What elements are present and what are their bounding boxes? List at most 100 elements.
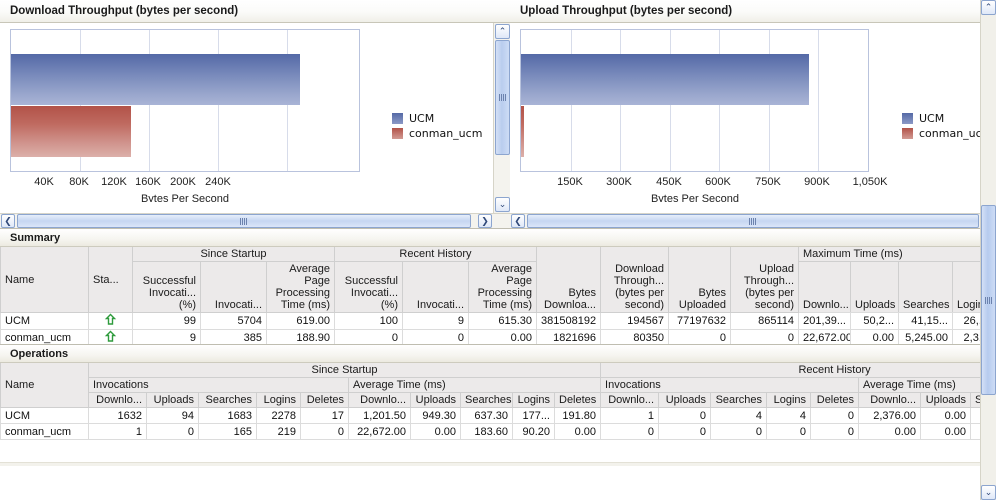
- table-row[interactable]: conman_ucm 9 385 188.90 0 0 0.00 1821696…: [0, 329, 996, 344]
- operations-col-ss-avg-deletes[interactable]: Deletes: [553, 392, 602, 408]
- download-plot-area: [10, 29, 360, 172]
- bar-conman-ucm[interactable]: [11, 106, 131, 157]
- download-chart-vertical-scrollbar[interactable]: ⌃ ⌄: [493, 23, 510, 213]
- operations-col-rh-inv-uploads[interactable]: Uploads: [658, 392, 712, 408]
- x-tick: 900K: [804, 176, 830, 188]
- download-chart-horizontal-scrollbar[interactable]: ❮ ❯: [0, 213, 510, 228]
- scroll-down-icon[interactable]: ⌄: [495, 197, 510, 212]
- bar-ucm[interactable]: [521, 54, 809, 105]
- operations-col-ss-avg-uploads[interactable]: Uploads: [410, 392, 461, 408]
- table-row[interactable]: UCM 99 5704 619.00 100 9 615.30 38150819…: [0, 312, 996, 330]
- operations-group-since-startup: Since Startup: [87, 363, 602, 378]
- summary-group-since-startup: Since Startup: [132, 247, 335, 262]
- scroll-left-icon[interactable]: ❮: [511, 214, 525, 228]
- grip-icon: [499, 94, 506, 101]
- operations-col-rh-avg-downloads[interactable]: Downlo...: [858, 392, 922, 408]
- operations-col-ss-inv-searches[interactable]: Searches: [198, 392, 257, 408]
- horizontal-scrollbar-thumb[interactable]: [17, 214, 471, 228]
- charts-row: Download Throughput (bytes per second) 4…: [0, 0, 996, 228]
- table-row[interactable]: conman_ucm 1 0 165 219 0 22,672.00 0.00 …: [0, 423, 996, 440]
- cell-bytes-uploaded: 77197632: [668, 312, 731, 330]
- cell-ss-inv-downloads: 1: [88, 423, 147, 440]
- scroll-right-icon[interactable]: ❯: [478, 214, 492, 228]
- operations-title: Operations: [0, 345, 996, 363]
- summary-col-download-throughput[interactable]: Download Through... (bytes per second): [600, 247, 669, 313]
- summary-col-rh-invocations[interactable]: Invocati...: [402, 261, 469, 313]
- operations-col-ss-inv-logins[interactable]: Logins: [256, 392, 301, 408]
- summary-col-max-searches[interactable]: Searches: [898, 261, 953, 313]
- cell-rh-inv-logins: 0: [766, 423, 812, 440]
- operations-col-ss-inv-deletes[interactable]: Deletes: [300, 392, 349, 408]
- operations-col-rh-avg-uploads[interactable]: Uploads: [920, 392, 972, 408]
- page-vertical-scrollbar[interactable]: ⌃ ⌄: [980, 0, 996, 500]
- operations-col-rh-inv-logins[interactable]: Logins: [766, 392, 812, 408]
- cell-ss-avg-uploads: 0.00: [410, 423, 461, 440]
- summary-body: UCM 99 5704 619.00 100 9 615.30 38150819…: [0, 312, 996, 344]
- cell-ss-inv-deletes: 0: [300, 423, 349, 440]
- operations-col-ss-inv-uploads[interactable]: Uploads: [146, 392, 199, 408]
- download-chart-body: 40K 80K 120K 160K 200K 240K Bytes Per Se…: [0, 23, 510, 213]
- operations-col-ss-avg-downloads[interactable]: Downlo...: [348, 392, 411, 408]
- cell-ss-inv-deletes: 17: [300, 407, 349, 424]
- summary-col-rh-avg-page[interactable]: Average Page Processing Time (ms): [468, 261, 537, 313]
- cell-upload-throughput: 0: [730, 329, 799, 344]
- summary-col-bytes-downloaded[interactable]: Bytes Downloa...: [536, 247, 601, 313]
- summary-subheader-row: Successful Invocati... (%) Invocati... A…: [1, 261, 996, 313]
- summary-col-status[interactable]: Sta...: [88, 247, 133, 313]
- scroll-up-icon[interactable]: ⌃: [495, 24, 510, 39]
- cell-ss-avg-deletes: 0.00: [553, 423, 602, 440]
- summary-col-ss-avg-page[interactable]: Average Page Processing Time (ms): [266, 261, 335, 313]
- operations-group-header-row: Name Since Startup Recent History: [0, 363, 996, 408]
- summary-col-ss-invocations[interactable]: Invocati...: [200, 261, 267, 313]
- cell-bytes-downloaded: 1821696: [536, 329, 601, 344]
- scroll-left-icon[interactable]: ❮: [1, 214, 15, 228]
- x-tick: 750K: [755, 176, 781, 188]
- vertical-scrollbar-thumb[interactable]: [495, 40, 510, 155]
- bar-conman-ucm[interactable]: [521, 106, 524, 157]
- x-tick: 240K: [205, 176, 231, 188]
- cell-ss-avg-searches: 183.60: [460, 423, 513, 440]
- operations-col-rh-inv-deletes[interactable]: Deletes: [810, 392, 860, 408]
- summary-col-max-uploads[interactable]: Uploads: [850, 261, 899, 313]
- x-tick: 300K: [606, 176, 632, 188]
- operations-col-rh-inv-downloads[interactable]: Downlo...: [600, 392, 660, 408]
- operations-section: Operations Name Since Startup Recent His…: [0, 344, 996, 466]
- cell-ss-invocations: 385: [200, 329, 267, 344]
- x-tick: 200K: [170, 176, 196, 188]
- operations-col-name[interactable]: Name: [0, 363, 89, 408]
- page-scrollbar-thumb[interactable]: [981, 205, 996, 395]
- horizontal-scrollbar-thumb[interactable]: [527, 214, 979, 228]
- summary-col-rh-success[interactable]: Successful Invocati... (%): [334, 261, 403, 313]
- page-scroll-up-icon[interactable]: ⌃: [981, 0, 996, 15]
- upload-throughput-panel: Upload Throughput (bytes per second) 150…: [510, 0, 980, 228]
- operations-group-rh-average-time: Average Time (ms): [858, 377, 996, 393]
- up-arrow-icon: [104, 313, 117, 325]
- legend-item: UCM: [392, 111, 482, 126]
- table-row[interactable]: UCM 1632 94 1683 2278 17 1,201.50 949.30…: [0, 407, 996, 424]
- cell-rh-avg-page: 0.00: [468, 329, 537, 344]
- cell-ss-avg-logins: 177...: [512, 407, 555, 424]
- upload-chart-horizontal-scrollbar[interactable]: ❮: [510, 213, 980, 228]
- summary-col-bytes-uploaded[interactable]: Bytes Uploaded: [668, 247, 731, 313]
- cell-rh-invocations: 9: [402, 312, 469, 330]
- cell-rh-avg-downloads: 2,376.00: [858, 407, 922, 424]
- cell-ss-success: 99: [132, 312, 201, 330]
- cell-ss-inv-logins: 2278: [256, 407, 301, 424]
- page-scroll-down-icon[interactable]: ⌄: [981, 485, 996, 500]
- cell-rh-inv-downloads: 0: [600, 423, 660, 440]
- cell-max-searches: 5,245.00: [898, 329, 953, 344]
- legend-item: UCM: [902, 111, 980, 126]
- operations-col-ss-inv-downloads[interactable]: Downlo...: [88, 392, 147, 408]
- summary-col-ss-success[interactable]: Successful Invocati... (%): [132, 261, 201, 313]
- summary-col-max-downloads[interactable]: Downlo...: [798, 261, 851, 313]
- operations-col-ss-avg-searches[interactable]: Searches: [460, 392, 513, 408]
- summary-col-upload-throughput[interactable]: Upload Through... (bytes per second): [730, 247, 799, 313]
- cell-ss-inv-searches: 165: [198, 423, 257, 440]
- legend-label: conman_ucm: [409, 127, 483, 140]
- summary-col-name[interactable]: Name: [0, 247, 89, 313]
- x-tick: 150K: [557, 176, 583, 188]
- operations-col-rh-inv-searches[interactable]: Searches: [710, 392, 768, 408]
- bar-ucm[interactable]: [11, 54, 300, 105]
- cell-rh-inv-logins: 4: [766, 407, 812, 424]
- operations-col-ss-avg-logins[interactable]: Logins: [512, 392, 555, 408]
